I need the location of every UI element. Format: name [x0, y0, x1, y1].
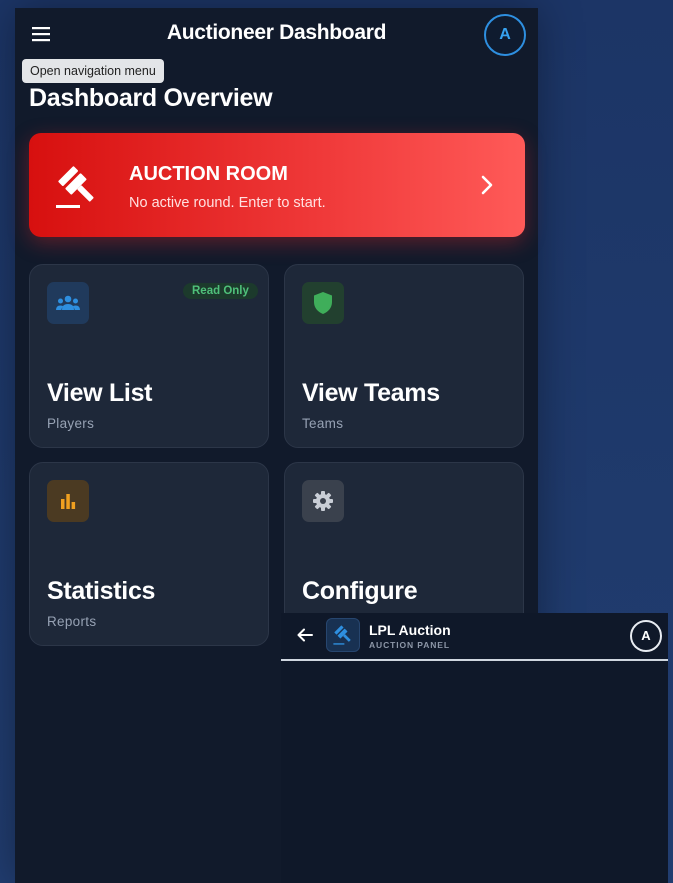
- gavel-icon: [53, 163, 101, 211]
- auction-room-title: AUCTION ROOM: [129, 163, 288, 185]
- auction-room-status: No active round. Enter to start.: [129, 195, 326, 211]
- panel-title: LPL Auction: [369, 622, 451, 638]
- view-players-card[interactable]: Read Only View List Players: [29, 264, 269, 448]
- gear-icon: [302, 480, 344, 522]
- page-title: Dashboard Overview: [29, 84, 273, 112]
- group-icon: [47, 282, 89, 324]
- card-subtitle: Reports: [47, 614, 97, 629]
- panel-user-avatar[interactable]: A: [630, 620, 662, 652]
- panel-subtitle: AUCTION PANEL: [369, 640, 450, 650]
- bar-chart-icon: [47, 480, 89, 522]
- auction-panel-window: LPL Auction AUCTION PANEL A: [281, 613, 668, 883]
- card-subtitle: Teams: [302, 416, 344, 431]
- statistics-card[interactable]: Statistics Reports: [29, 462, 269, 646]
- navigation-tooltip: Open navigation menu: [22, 59, 164, 83]
- auction-room-card[interactable]: AUCTION ROOM No active round. Enter to s…: [29, 133, 525, 237]
- app-title: Auctioneer Dashboard: [166, 21, 387, 44]
- card-title: Configure: [302, 577, 418, 605]
- view-teams-card[interactable]: View Teams Teams: [284, 264, 524, 448]
- auction-panel-header: LPL Auction AUCTION PANEL A: [281, 613, 668, 661]
- shield-icon: [302, 282, 344, 324]
- card-title: View List: [47, 379, 153, 407]
- top-app-bar: Auctioneer Dashboard A: [15, 8, 538, 62]
- gavel-icon: [326, 618, 360, 652]
- card-subtitle: Players: [47, 416, 95, 431]
- user-avatar[interactable]: A: [484, 14, 526, 56]
- card-title: Statistics: [47, 577, 156, 605]
- read-only-badge: Read Only: [183, 283, 258, 299]
- card-title: View Teams: [302, 379, 440, 407]
- chevron-right-icon: [475, 173, 499, 197]
- arrow-left-icon[interactable]: [295, 625, 315, 645]
